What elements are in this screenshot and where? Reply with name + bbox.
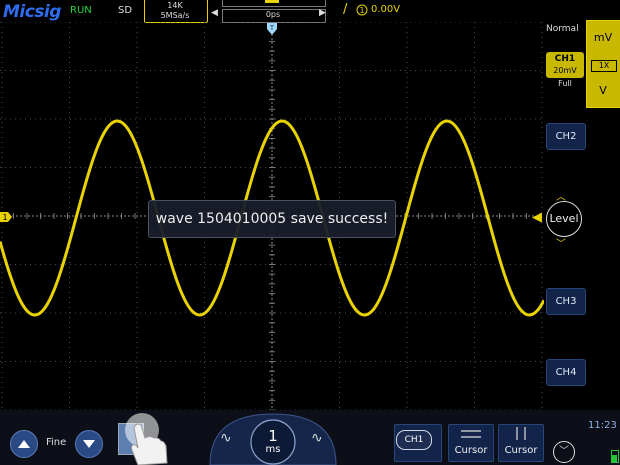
trigger-edge-icon[interactable]: / xyxy=(343,2,347,17)
acquisition-mode[interactable]: SD xyxy=(118,5,132,16)
trigger-level-arrow-icon: ◀ xyxy=(532,210,542,225)
ch1-scale: 20mV xyxy=(553,66,577,75)
svg-text:1: 1 xyxy=(2,213,7,222)
vertical-unit-mv[interactable]: mV xyxy=(586,31,620,44)
source-ch1-badge: CH1 xyxy=(396,430,432,450)
timebase-unit: ms xyxy=(265,444,281,455)
horizontal-cursor-icon xyxy=(461,430,481,438)
ch1-bandwidth: Full xyxy=(558,79,572,88)
sample-rate: 5MSa/s xyxy=(160,11,190,20)
vertical-cursor-label: Cursor xyxy=(504,445,538,456)
trigger-source-icon[interactable]: 1 xyxy=(356,4,368,16)
run-stop-status[interactable]: RUN xyxy=(70,5,92,16)
memory-position-marker xyxy=(265,0,279,3)
ch2-button[interactable]: CH2 xyxy=(546,123,586,150)
timebase-value: 1 xyxy=(268,427,278,445)
fine-label[interactable]: Fine xyxy=(46,437,66,448)
arrow-left-icon[interactable]: ◀ xyxy=(211,8,218,18)
menu-toggle-icon[interactable]: ﹀ xyxy=(553,441,575,463)
trigger-level-knob[interactable]: Level xyxy=(546,201,582,237)
trigger-mode[interactable]: Normal xyxy=(546,24,579,34)
timebase-decrease-icon[interactable]: ∿ xyxy=(220,430,232,446)
down-button[interactable] xyxy=(75,430,103,458)
svg-text:T: T xyxy=(269,25,274,32)
logo: Micsig xyxy=(3,2,61,22)
arrow-down-icon xyxy=(83,440,95,448)
arrow-up-icon xyxy=(18,440,30,448)
save-success-message: wave 1504010005 save success! xyxy=(148,200,396,238)
trigger-position-marker[interactable]: T xyxy=(267,23,277,35)
clock: 11:23 xyxy=(588,420,617,431)
up-button[interactable] xyxy=(10,430,38,458)
memory-depth: 14K xyxy=(167,1,183,10)
probe-ratio[interactable]: 1X xyxy=(591,60,617,72)
svg-text:1: 1 xyxy=(359,6,364,15)
horizontal-cursor-button[interactable]: Cursor xyxy=(448,424,494,462)
trigger-level-value[interactable]: 0.00V xyxy=(371,4,400,15)
horizontal-position-value: 0ps xyxy=(265,10,281,19)
ch3-button[interactable]: CH3 xyxy=(546,288,586,315)
vertical-unit-v[interactable]: V xyxy=(586,84,620,97)
ch1-offset-marker[interactable]: 1 xyxy=(0,211,12,223)
ch1-label: CH1 xyxy=(554,54,576,64)
hand-pointer-icon xyxy=(125,413,168,465)
timebase-increase-icon[interactable]: ∿ xyxy=(311,430,323,446)
ch4-button[interactable]: CH4 xyxy=(546,359,586,386)
vertical-cursor-icon xyxy=(516,427,526,440)
horizontal-cursor-label: Cursor xyxy=(454,445,488,456)
battery-level xyxy=(612,455,617,462)
vertical-cursor-button[interactable]: Cursor xyxy=(498,424,544,462)
chevron-down-icon[interactable]: ﹀ xyxy=(556,235,566,250)
